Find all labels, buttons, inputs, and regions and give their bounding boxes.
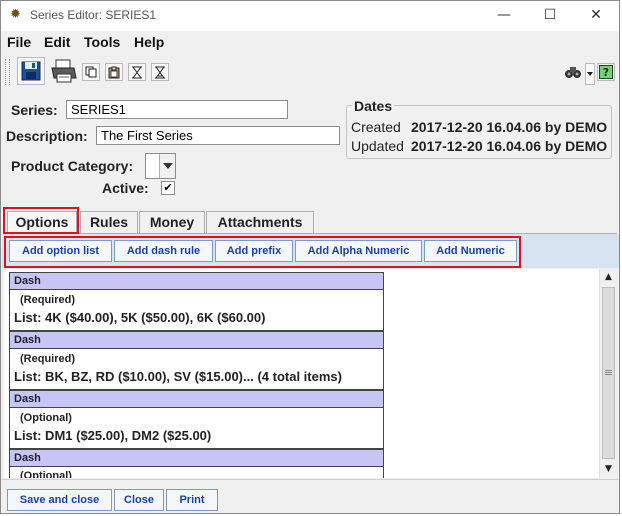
list-item[interactable]: Dash (Required) List: BK, BZ, RD ($10.00…	[9, 331, 384, 390]
created-value: 2017-12-20 16.04.06 by DEMO	[411, 119, 608, 135]
rule-list: List: DM1 ($25.00), DM2 ($25.00)	[14, 428, 212, 443]
menu-bar: File Edit Tools Help	[1, 32, 619, 54]
hourglass-icon	[132, 66, 142, 78]
hourglass-toolbar-button[interactable]	[128, 63, 146, 81]
list-item[interactable]: Dash (Optional)	[9, 449, 384, 478]
close-window-button[interactable]: ✕	[573, 1, 619, 31]
options-tab-highlight	[3, 207, 79, 234]
checkmark-icon: ✔	[163, 181, 173, 194]
rule-list: List: 4K ($40.00), 5K ($50.00), 6K ($60.…	[14, 310, 266, 325]
product-category-label: Product Category:	[11, 158, 134, 174]
rule-body: (Optional)	[9, 467, 384, 478]
close-button[interactable]: Close	[114, 489, 164, 511]
menu-help[interactable]: Help	[134, 34, 164, 50]
help-icon: ?	[599, 65, 613, 79]
footer-divider	[2, 479, 619, 480]
rule-requirement: (Optional)	[20, 412, 72, 424]
toolbar-grip[interactable]	[5, 59, 10, 85]
updated-label: Updated	[351, 138, 404, 154]
toolbar: ?	[1, 55, 619, 89]
scroll-grip-icon	[605, 370, 612, 375]
hourglass-alt-icon	[155, 66, 165, 78]
scroll-up-icon[interactable]: ▲	[600, 269, 617, 286]
print-button[interactable]: Print	[166, 489, 218, 511]
scroll-thumb[interactable]	[602, 287, 615, 459]
minimize-button[interactable]: —	[481, 1, 527, 31]
chevron-down-icon[interactable]	[159, 154, 175, 178]
menu-edit[interactable]: Edit	[44, 34, 70, 50]
scroll-down-icon[interactable]: ▼	[600, 461, 617, 478]
menu-tools[interactable]: Tools	[84, 34, 120, 50]
tab-rules[interactable]: Rules	[80, 211, 138, 233]
list-item[interactable]: Dash (Optional) List: DM1 ($25.00), DM2 …	[9, 390, 384, 449]
vertical-scrollbar[interactable]: ▲ ▼	[599, 269, 616, 478]
active-checkbox[interactable]: ✔	[161, 181, 175, 195]
dropdown-arrow-icon	[587, 72, 593, 76]
description-label: Description:	[6, 128, 88, 144]
dates-title: Dates	[352, 98, 395, 114]
rules-list: Dash (Required) List: 4K ($40.00), 5K ($…	[4, 269, 599, 478]
copy-toolbar-button[interactable]	[82, 63, 100, 81]
series-editor-window: ✹ Series Editor: SERIES1 — ☐ ✕ File Edit…	[0, 0, 620, 514]
svg-text:?: ?	[603, 66, 609, 79]
rule-body: (Optional) List: DM1 ($25.00), DM2 ($25.…	[9, 408, 384, 449]
maximize-button[interactable]: ☐	[527, 1, 573, 31]
rule-body: (Required) List: 4K ($40.00), 5K ($50.00…	[9, 290, 384, 331]
rule-list: List: BK, BZ, RD ($10.00), SV ($15.00)..…	[14, 369, 342, 384]
save-toolbar-button[interactable]	[17, 57, 45, 85]
description-input[interactable]: The First Series	[96, 126, 340, 145]
tab-money[interactable]: Money	[139, 211, 205, 233]
paste-toolbar-button[interactable]	[105, 63, 123, 81]
rule-requirement: (Required)	[20, 353, 75, 365]
save-icon	[21, 61, 41, 81]
print-toolbar-button[interactable]	[49, 57, 79, 85]
help-toolbar-button[interactable]: ?	[597, 63, 615, 81]
app-gear-icon: ✹	[10, 7, 21, 22]
rule-requirement: (Required)	[20, 294, 75, 306]
copy-icon	[85, 66, 97, 78]
print-icon	[51, 59, 77, 83]
menu-file[interactable]: File	[7, 34, 31, 50]
created-label: Created	[351, 119, 401, 135]
paste-icon	[108, 66, 120, 78]
hourglass-alt-toolbar-button[interactable]	[151, 63, 169, 81]
rule-requirement: (Optional)	[20, 470, 72, 478]
rule-header: Dash	[9, 449, 384, 467]
rule-header: Dash	[9, 272, 384, 290]
toolbar-dropdown-button[interactable]	[585, 63, 595, 85]
product-category-select[interactable]	[145, 153, 176, 179]
title-bar: ✹ Series Editor: SERIES1 — ☐ ✕	[1, 1, 619, 31]
window-title: Series Editor: SERIES1	[30, 8, 157, 22]
list-item[interactable]: Dash (Required) List: 4K ($40.00), 5K ($…	[9, 272, 384, 331]
save-and-close-button[interactable]: Save and close	[7, 489, 112, 511]
options-buttons-highlight	[4, 236, 521, 268]
series-label: Series:	[11, 102, 58, 118]
rule-body: (Required) List: BK, BZ, RD ($10.00), SV…	[9, 349, 384, 390]
rule-header: Dash	[9, 331, 384, 349]
binoculars-icon	[565, 67, 581, 78]
find-toolbar-button[interactable]	[563, 62, 583, 82]
tab-attachments[interactable]: Attachments	[206, 211, 314, 233]
updated-value: 2017-12-20 16.04.06 by DEMO	[411, 138, 608, 154]
series-input[interactable]: SERIES1	[66, 100, 288, 119]
active-label: Active:	[102, 180, 149, 196]
rule-header: Dash	[9, 390, 384, 408]
